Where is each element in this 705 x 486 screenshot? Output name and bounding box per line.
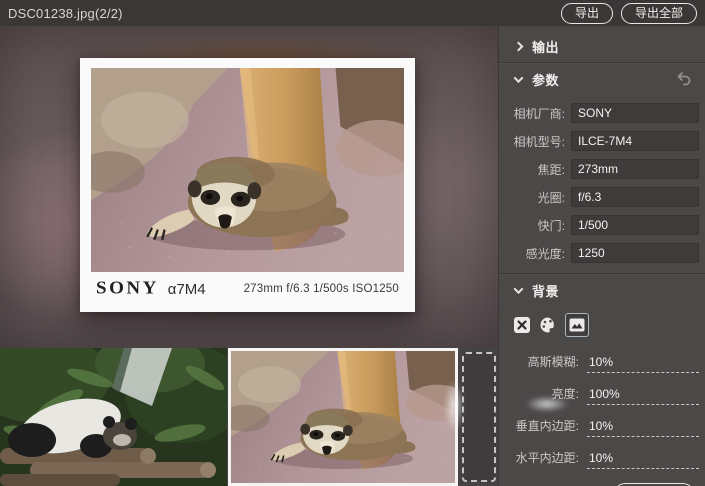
camera-model-input[interactable] <box>571 131 699 151</box>
section-background[interactable]: 背景 <box>499 274 705 306</box>
vertical-padding-value[interactable]: 10% <box>587 419 699 437</box>
photo-watermark-app: DSC01238.jpg(2/2) 导出 导出全部 SONY α7M4 273m… <box>0 0 705 486</box>
field-camera-model: 相机型号: <box>499 131 699 151</box>
image-background-icon-selected[interactable] <box>565 313 589 337</box>
gaussian-blur-label: 高斯模糊: <box>499 353 579 373</box>
settings-sidebar: 输出 参数 相机厂商: 相机型号: 焦距: <box>498 26 705 486</box>
preview-photo-meerkat <box>91 68 404 272</box>
section-params[interactable]: 参数 <box>499 63 705 95</box>
slider-horizontal-padding: 水平内边距: 10% <box>499 447 699 469</box>
camera-model-text: α7M4 <box>168 281 206 298</box>
export-all-button[interactable]: 导出全部 <box>621 3 697 24</box>
file-title: DSC01238.jpg(2/2) <box>8 6 123 21</box>
section-output-label: 输出 <box>532 37 559 56</box>
section-params-label: 参数 <box>532 70 559 89</box>
gaussian-blur-value[interactable]: 10% <box>587 355 699 373</box>
field-iso: 感光度: <box>499 243 699 263</box>
focal-length-label: 焦距: <box>499 161 565 178</box>
chevron-right-icon <box>514 41 524 51</box>
focal-length-input[interactable] <box>571 159 699 179</box>
section-background-label: 背景 <box>532 281 559 300</box>
iso-input[interactable] <box>571 243 699 263</box>
camera-model-label: 相机型号: <box>499 133 565 150</box>
apply-row: 应用全部 <box>499 469 705 486</box>
iso-label: 感光度: <box>499 245 565 262</box>
no-background-icon[interactable] <box>513 316 531 334</box>
camera-brand-logo: SONY <box>96 279 159 299</box>
background-type-icons <box>499 306 705 341</box>
slider-vertical-padding: 垂直内边距: 10% <box>499 415 699 437</box>
horizontal-padding-value[interactable]: 10% <box>587 451 699 469</box>
export-button[interactable]: 导出 <box>561 3 613 24</box>
add-photo-dropzone[interactable] <box>462 352 496 482</box>
exif-text: 273mm f/6.3 1/500s ISO1250 <box>244 283 399 295</box>
palette-icon[interactable] <box>539 316 557 334</box>
aperture-input[interactable] <box>571 187 699 207</box>
vertical-padding-label: 垂直内边距: <box>499 417 579 437</box>
shutter-label: 快门: <box>499 217 565 234</box>
field-camera-maker: 相机厂商: <box>499 103 699 123</box>
brightness-value[interactable]: 100% <box>587 387 699 405</box>
chevron-down-icon <box>514 284 524 294</box>
preview-canvas: SONY α7M4 273mm f/6.3 1/500s ISO1250 <box>0 26 498 348</box>
field-aperture: 光圈: <box>499 187 699 207</box>
filmstrip <box>0 348 498 486</box>
camera-maker-label: 相机厂商: <box>499 105 565 122</box>
thumbnail-panda[interactable] <box>0 348 227 486</box>
section-output[interactable]: 输出 <box>499 30 705 62</box>
horizontal-padding-label: 水平内边距: <box>499 449 579 469</box>
slider-gaussian-blur: 高斯模糊: 10% <box>499 351 699 373</box>
undo-icon[interactable] <box>675 71 693 87</box>
brightness-label: 亮度: <box>499 385 579 405</box>
slider-brightness: 亮度: 100% <box>499 383 699 405</box>
field-shutter: 快门: <box>499 215 699 235</box>
framed-photo-preview: SONY α7M4 273mm f/6.3 1/500s ISO1250 <box>80 58 415 312</box>
field-focal-length: 焦距: <box>499 159 699 179</box>
chevron-down-icon <box>514 73 524 83</box>
aperture-label: 光圈: <box>499 189 565 206</box>
camera-maker-input[interactable] <box>571 103 699 123</box>
title-bar: DSC01238.jpg(2/2) 导出 导出全部 <box>0 0 705 26</box>
frame-caption: SONY α7M4 273mm f/6.3 1/500s ISO1250 <box>91 272 404 310</box>
image-icon <box>569 318 585 332</box>
thumbnail-meerkat-selected[interactable] <box>228 348 458 486</box>
shutter-input[interactable] <box>571 215 699 235</box>
